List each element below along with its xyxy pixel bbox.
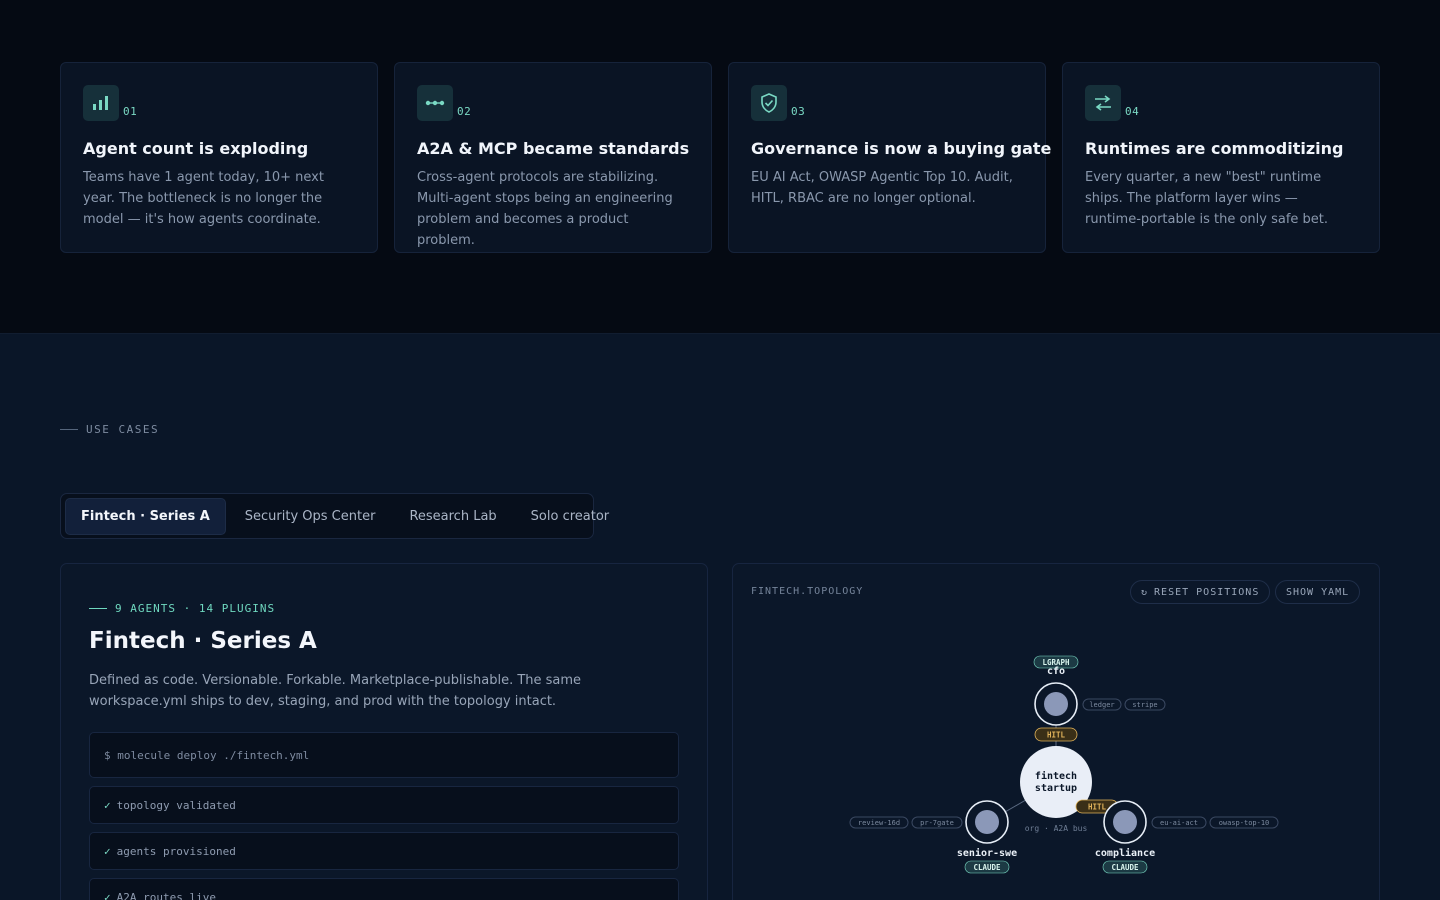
- tab-fintech[interactable]: Fintech · Series A: [65, 497, 226, 535]
- tab-solo-creator[interactable]: Solo creator: [516, 498, 624, 535]
- org-name-line: fintech: [1035, 770, 1077, 782]
- status-line: ✓ agents provisioned: [89, 832, 679, 870]
- node-name: senior-swe: [957, 847, 1017, 859]
- check-icon: ✓: [104, 798, 111, 812]
- eyebrow-dash: [60, 429, 78, 430]
- use-cases-section: USE CASES Fintech · Series A Security Op…: [0, 333, 1440, 900]
- bus-label: org · A2A bus: [1025, 824, 1088, 833]
- use-case-description: Defined as code. Versionable. Forkable. …: [89, 673, 582, 709]
- trend-number: 04: [1125, 105, 1140, 118]
- use-case-tabs: Fintech · Series A Security Ops Center R…: [60, 493, 609, 539]
- status-text: agents provisioned: [116, 844, 236, 858]
- trend-card: 01 Agent count is exploding Teams have 1…: [60, 62, 378, 253]
- tool-chip-label: eu-ai-act: [1160, 819, 1198, 827]
- agent-avatar: [975, 810, 999, 834]
- status-line: ✓ A2A routes live: [89, 878, 679, 900]
- trend-card: 04 Runtimes are commoditizing Every quar…: [1062, 62, 1380, 253]
- meta-dash: [89, 608, 107, 609]
- tab-security-ops[interactable]: Security Ops Center: [230, 498, 391, 535]
- tool-chip-label: stripe: [1132, 701, 1157, 709]
- status-text: topology validated: [116, 798, 236, 812]
- status-text: A2A routes live: [116, 890, 216, 900]
- trend-number: 02: [457, 105, 472, 118]
- trend-title: A2A & MCP became standards: [417, 139, 690, 158]
- trend-title: Agent count is exploding: [83, 139, 309, 158]
- trends-section: 01 Agent count is exploding Teams have 1…: [0, 0, 1440, 333]
- show-yaml-button[interactable]: SHOW YAML: [1275, 580, 1361, 604]
- tool-chip-label: owasp-top-10: [1219, 819, 1270, 827]
- trend-number: 01: [123, 105, 138, 118]
- tool-chip-label: pr-7gate: [920, 819, 954, 827]
- tool-chip-label: review-16d: [858, 819, 900, 827]
- status-line: ✓ topology validated: [89, 786, 679, 824]
- trend-card: 02 A2A & MCP became standards Cross-agen…: [394, 62, 712, 253]
- use-case-meta: 9 AGENTS · 14 PLUGINS: [89, 602, 275, 615]
- trend-description: Every quarter, a new "best" runtime ship…: [1085, 170, 1329, 227]
- hitl-label: HITL: [1047, 731, 1066, 740]
- agents-plugins-count: 9 AGENTS · 14 PLUGINS: [115, 602, 276, 615]
- trend-title: Runtimes are commoditizing: [1085, 139, 1344, 158]
- check-icon: ✓: [104, 890, 111, 900]
- reset-positions-button[interactable]: ↻ RESET POSITIONS: [1130, 580, 1271, 604]
- topology-panel: LGRAPH cfo ledger stripe HITL fintech st…: [732, 563, 1380, 900]
- check-icon: ✓: [104, 844, 111, 858]
- topology-label: FINTECH.TOPOLOGY: [751, 586, 864, 597]
- bar-chart-icon: [83, 85, 119, 121]
- trend-description: Cross-agent protocols are stabilizing. M…: [417, 170, 673, 248]
- reset-label: RESET POSITIONS: [1154, 586, 1260, 598]
- eyebrow-label: USE CASES: [86, 423, 160, 436]
- tab-research-lab[interactable]: Research Lab: [394, 498, 511, 535]
- swap-arrows-icon: [1085, 85, 1121, 121]
- shield-check-icon: [751, 85, 787, 121]
- hitl-label: HITL: [1088, 803, 1107, 812]
- use-case-title: Fintech · Series A: [89, 628, 317, 654]
- protocol-link-icon: [417, 85, 453, 121]
- trend-title: Governance is now a buying gate: [751, 139, 1052, 158]
- agent-avatar: [1113, 810, 1137, 834]
- topology-graph: LGRAPH cfo ledger stripe HITL fintech st…: [849, 655, 1279, 874]
- trend-description: Teams have 1 agent today, 10+ next year.…: [83, 170, 324, 227]
- use-case-detail-panel: 9 AGENTS · 14 PLUGINS Fintech · Series A…: [60, 563, 708, 900]
- node-name: cfo: [1047, 666, 1065, 677]
- org-name-line: startup: [1035, 783, 1077, 794]
- runtime-badge-label: CLAUDE: [973, 863, 1001, 872]
- runtime-badge-label: CLAUDE: [1111, 863, 1139, 872]
- trend-description: EU AI Act, OWASP Agentic Top 10. Audit, …: [751, 170, 1013, 206]
- trend-number: 03: [791, 105, 806, 118]
- deploy-command: $ molecule deploy ./fintech.yml: [89, 732, 679, 778]
- trend-card: 03 Governance is now a buying gate EU AI…: [728, 62, 1051, 253]
- node-name: compliance: [1095, 847, 1155, 859]
- section-eyebrow: USE CASES: [60, 423, 159, 436]
- tool-chip-label: ledger: [1089, 701, 1114, 709]
- reset-icon: ↻: [1141, 586, 1149, 598]
- agent-avatar: [1044, 692, 1068, 716]
